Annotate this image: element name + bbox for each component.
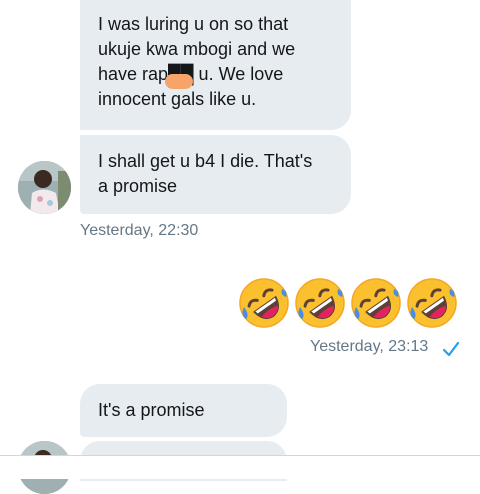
message-timestamp: Yesterday, 23:13: [310, 338, 429, 355]
message-bubble-incoming[interactable]: I shall get u b4 I die. That's a promise: [80, 135, 351, 214]
message-bubble-incoming[interactable]: I was luring u on so that ukuje kwa mbog…: [80, 0, 351, 130]
message-line: I was luring u on so that: [98, 14, 289, 34]
rolling-on-the-floor-laughing-icon: [351, 278, 401, 328]
sender-avatar[interactable]: [18, 161, 71, 214]
message-composer[interactable]: [0, 456, 480, 479]
redaction-mark: [165, 74, 193, 89]
outgoing-emoji-message[interactable]: [238, 277, 458, 329]
message-line: have rap██ u. We love: [98, 64, 284, 84]
message-timestamp: Yesterday, 22:30: [80, 222, 199, 239]
rolling-on-the-floor-laughing-icon: [239, 278, 289, 328]
message-bubble-incoming[interactable]: It's a promise: [80, 384, 287, 437]
rolling-on-the-floor-laughing-icon: [407, 278, 457, 328]
message-text: It's a promise: [98, 400, 205, 420]
message-line: innocent gals like u.: [98, 89, 257, 109]
message-line: ukuje kwa mbogi and we: [98, 39, 296, 59]
avatar-photo: [18, 161, 71, 214]
check-icon: [442, 341, 460, 357]
message-line: I shall get u b4 I die. That's: [98, 151, 313, 171]
rolling-on-the-floor-laughing-icon: [295, 278, 345, 328]
message-line: a promise: [98, 176, 178, 196]
